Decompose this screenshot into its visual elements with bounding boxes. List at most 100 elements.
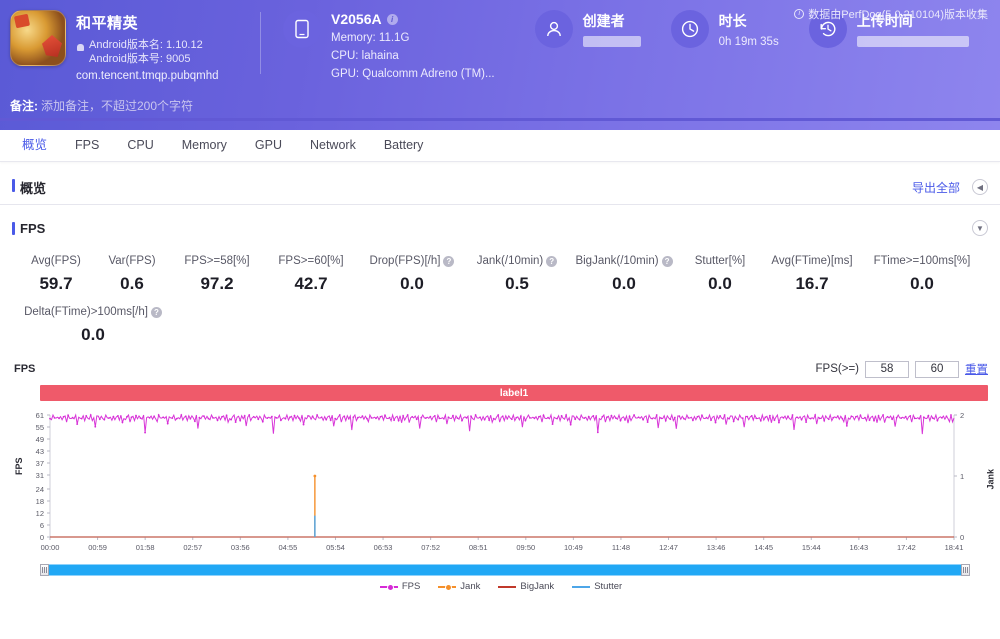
app-package-name: com.tencent.tmqp.pubqmhd — [76, 70, 219, 82]
legend-label: Jank — [460, 581, 481, 592]
metric-avg-fps: Avg(FPS) 59.7 — [18, 255, 94, 294]
svg-text:03:56: 03:56 — [231, 543, 250, 552]
legend-item-bigjank[interactable]: BigJank — [498, 581, 554, 592]
device-info-block: V2056A i Memory: 11.1G CPU: lahaina GPU:… — [283, 10, 495, 81]
tab-fps[interactable]: FPS — [61, 130, 113, 161]
svg-text:0: 0 — [40, 533, 44, 542]
remark-bar[interactable]: 备注: 添加备注，不超过200个字符 — [0, 92, 1000, 118]
perfdog-note-text: 数据由PerfDog(5.0.210104)版本收集 — [808, 9, 988, 21]
fps-threshold-2-input[interactable] — [915, 360, 959, 378]
fps-panel: FPS ▼ Avg(FPS) 59.7 Var(FPS) 0.6 FPS>=58[%] 9… — [0, 211, 1000, 592]
legend-label: Stutter — [594, 581, 623, 592]
metric-value: 0.6 — [120, 274, 144, 293]
help-icon[interactable]: ? — [150, 306, 162, 318]
metric-value: 0.0 — [708, 274, 732, 293]
svg-text:2: 2 — [960, 411, 964, 420]
svg-text:18:41: 18:41 — [945, 543, 964, 552]
overview-title: 概览 — [12, 178, 46, 197]
svg-text:07:52: 07:52 — [421, 543, 440, 552]
y-axis-title: FPS — [14, 457, 24, 475]
svg-text:12: 12 — [36, 509, 44, 518]
svg-text:43: 43 — [36, 447, 44, 456]
tab-cpu[interactable]: CPU — [113, 130, 167, 161]
export-all-link[interactable]: 导出全部 — [912, 179, 960, 196]
svg-text:6: 6 — [40, 521, 44, 530]
device-memory: Memory: 11.1G — [331, 32, 410, 44]
svg-text:0: 0 — [960, 533, 964, 542]
help-icon[interactable]: ? — [546, 255, 558, 267]
metric-fps-58: FPS>=58[%] 97.2 — [170, 255, 264, 294]
device-cpu: CPU: lahaina — [331, 50, 399, 62]
creator-value-redacted — [582, 36, 641, 47]
app-info-block: 和平精英 Android版本名: 1.10.12 Android版本号: 900… — [10, 10, 260, 82]
svg-text:14:45: 14:45 — [754, 543, 773, 552]
legend-item-stutter[interactable]: Stutter — [572, 581, 622, 592]
legend-swatch — [438, 583, 457, 591]
legend-swatch — [379, 583, 398, 591]
metric-value: 0.0 — [400, 274, 424, 293]
app-version-code: Android版本号: 9005 — [89, 53, 191, 65]
svg-text:1: 1 — [960, 472, 964, 481]
device-info-icon[interactable]: i — [386, 13, 398, 25]
remark-label: 备注: — [10, 98, 38, 113]
user-icon — [534, 10, 573, 48]
app-icon — [10, 10, 66, 66]
tab-memory[interactable]: Memory — [168, 130, 241, 161]
header-divider — [260, 12, 261, 74]
chart-legend: FPS Jank BigJank Stutter — [14, 581, 988, 592]
metric-drop-fps-h: Drop(FPS)[/h]? 0.0 — [358, 255, 466, 294]
legend-item-fps[interactable]: FPS — [379, 581, 420, 592]
svg-text:37: 37 — [36, 459, 44, 468]
svg-text:04:55: 04:55 — [279, 543, 298, 552]
device-title: V2056A i — [331, 11, 495, 27]
svg-text:16:43: 16:43 — [849, 543, 868, 552]
chevron-left-icon[interactable]: ◀ — [972, 179, 988, 195]
phone-icon — [283, 10, 321, 48]
legend-item-jank[interactable]: Jank — [438, 581, 480, 592]
metric-var-fps: Var(FPS) 0.6 — [94, 255, 170, 294]
metric-label: FTime>=100ms[%] — [873, 255, 971, 267]
overview-panel: 概览 导出全部 ◀ — [0, 170, 1000, 205]
plot-area[interactable]: FPS Jank 0 6 12 18 24 31 37 43 49 55 61 0 1 2 00:00 00:… — [14, 409, 996, 561]
reset-link[interactable]: 重置 — [965, 361, 988, 377]
legend-swatch — [498, 585, 517, 588]
duration-value: 0h 19m 35s — [718, 36, 779, 48]
metric-label: Jank(/10min)? — [466, 255, 568, 267]
svg-text:09:50: 09:50 — [516, 543, 535, 552]
metric-value: 0.5 — [505, 274, 529, 293]
legend-swatch — [572, 585, 591, 588]
help-icon[interactable]: ? — [443, 255, 455, 267]
svg-text:18: 18 — [36, 497, 44, 506]
label-band[interactable]: label1 — [40, 385, 988, 401]
fps-threshold-label: FPS(>=) — [815, 363, 859, 375]
svg-text:12:47: 12:47 — [659, 543, 678, 552]
tab-battery[interactable]: Battery — [370, 130, 438, 161]
svg-text:08:51: 08:51 — [469, 543, 488, 552]
metric-jank-10min: Jank(/10min)? 0.5 — [466, 255, 568, 294]
remark-input[interactable]: 添加备注，不超过200个字符 — [41, 97, 193, 114]
range-handle-right[interactable] — [961, 564, 970, 576]
header-accent-line — [0, 118, 1000, 121]
metric-ftime-100ms: FTime>=100ms[%] 0.0 — [864, 255, 980, 294]
range-handle-left[interactable] — [40, 564, 49, 576]
main-tabs: 概览 FPS CPU Memory GPU Network Battery — [0, 130, 1000, 162]
help-icon[interactable]: ? — [661, 255, 673, 267]
device-model: V2056A — [331, 11, 382, 27]
tab-network[interactable]: Network — [296, 130, 370, 161]
chevron-down-icon[interactable]: ▼ — [972, 220, 988, 236]
metric-delta-ftime-100ms-h: Delta(FTime)>100ms[/h]? 0.0 — [18, 306, 168, 345]
svg-text:61: 61 — [36, 411, 44, 420]
tab-overview[interactable]: 概览 — [8, 130, 61, 161]
metrics-row-secondary: Delta(FTime)>100ms[/h]? 0.0 — [0, 294, 1000, 345]
app-name: 和平精英 — [76, 15, 139, 32]
plot-svg: 0612182431374349556101200:00 00:59 01:58 02… — [36, 411, 965, 552]
time-range-scrollbar[interactable] — [40, 564, 970, 576]
android-icon — [76, 42, 85, 52]
metric-value: 97.2 — [200, 274, 234, 293]
app-version-name: Android版本名: 1.10.12 — [89, 39, 203, 51]
metric-label: FPS>=58[%] — [184, 255, 250, 267]
tab-gpu[interactable]: GPU — [241, 130, 296, 161]
metric-value: 59.7 — [39, 274, 73, 293]
svg-text:06:53: 06:53 — [374, 543, 393, 552]
fps-threshold-1-input[interactable] — [865, 360, 909, 378]
